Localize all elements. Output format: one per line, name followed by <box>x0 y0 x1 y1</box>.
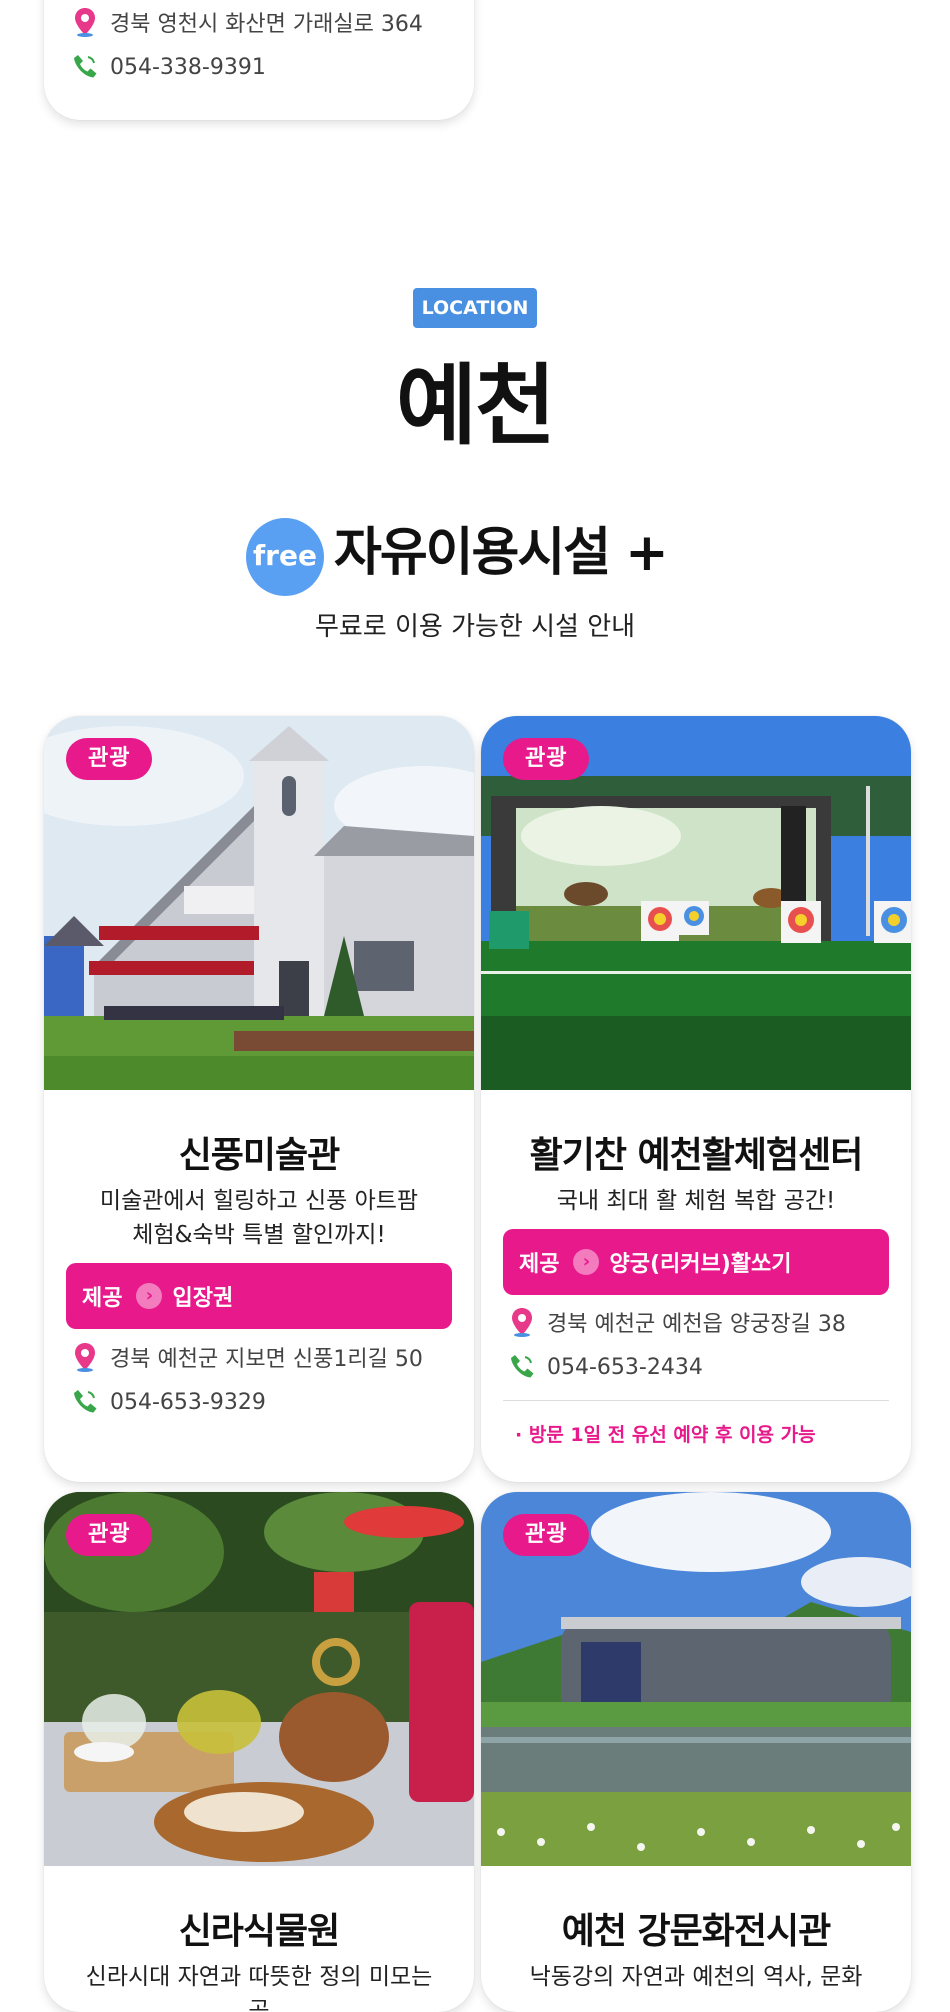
provide-label: 제공 <box>519 1252 560 1277</box>
divider <box>503 1400 889 1401</box>
free-badge-text: free <box>253 539 317 572</box>
free-badge: free <box>246 518 324 596</box>
card-description: 낙동강의 자연과 예천의 역사, 문화 <box>511 1960 881 1994</box>
category-badge: 관광 <box>66 1514 153 1556</box>
card-title: 활기찬 예천활체험센터 <box>529 1135 864 1176</box>
location-tag: LOCATION <box>413 288 537 328</box>
city-title: 예천 <box>396 354 556 457</box>
facility-card[interactable]: 관광 신풍미술관 미술관에서 힐링하고 신풍 아트팜 체험&숙박 특별 할인까지… <box>44 716 474 1482</box>
address-text: 경북 예천군 예천읍 양궁장길 38 <box>547 1312 846 1337</box>
reservation-note: · 방문 1일 전 유선 예약 후 이용 가능 <box>515 1424 816 1446</box>
card-title: 신풍미술관 <box>178 1135 341 1176</box>
category-badge: 관광 <box>503 738 590 780</box>
address-text: 경북 예천군 지보면 신풍1리길 50 <box>110 1347 423 1372</box>
provide-bar[interactable]: 제공 › 양궁(리커브)활쏘기 <box>503 1229 889 1295</box>
phone-row: 054-653-9329 <box>72 1387 266 1417</box>
top-facility-card[interactable]: 경북 영천시 화산면 가래실로 364 054-338-9391 <box>44 0 474 120</box>
phone-icon <box>72 1387 98 1417</box>
phone-row: 054-338-9391 <box>72 52 266 82</box>
facility-card[interactable]: 관광 예천 강문화전시관 낙동강의 자연과 예천의 역사, 문화 <box>481 1492 911 2012</box>
location-pin-icon <box>72 1342 98 1372</box>
category-badge: 관광 <box>66 738 153 780</box>
desc-line: 국내 최대 활 체험 복합 공간! <box>556 1188 836 1214</box>
address-row: 경북 예천군 예천읍 양궁장길 38 <box>509 1306 846 1338</box>
provide-item: 양궁(리커브)활쏘기 <box>609 1252 792 1277</box>
desc-line: 낙동강의 자연과 예천의 역사, 문화 <box>529 1964 863 1990</box>
provide-label: 제공 <box>82 1286 123 1311</box>
desc-line: 신라시대 자연과 따뜻한 정의 미모는 공 <box>85 1964 433 2012</box>
phone-row: 054-653-2434 <box>509 1352 703 1382</box>
facility-card[interactable]: 관광 신라식물원 신라시대 자연과 따뜻한 정의 미모는 공 <box>44 1492 474 2012</box>
chevron-right-icon: › <box>136 1283 163 1309</box>
facility-subtitle: 무료로 이용 가능한 시설 안내 <box>314 612 636 642</box>
facility-title: 자유이용시설 + <box>334 523 669 583</box>
desc-line: 체험&숙박 특별 할인까지! <box>132 1222 386 1248</box>
address-row: 경북 예천군 지보면 신풍1리길 50 <box>72 1341 423 1373</box>
card-description: 미술관에서 힐링하고 신풍 아트팜 체험&숙박 특별 할인까지! <box>74 1184 444 1252</box>
card-title: 예천 강문화전시관 <box>561 1911 832 1952</box>
address-text: 경북 영천시 화산면 가래실로 364 <box>110 12 423 37</box>
phone-text: 054-653-2434 <box>547 1354 703 1380</box>
provide-bar[interactable]: 제공 › 입장권 <box>66 1263 452 1329</box>
provide-item: 입장권 <box>172 1286 234 1311</box>
facility-card[interactable]: 관광 활기찬 예천활체험센터 국내 최대 활 체험 복합 공간! 제공 › 양궁… <box>481 716 911 1482</box>
phone-icon <box>509 1352 535 1382</box>
location-pin-icon <box>509 1307 535 1337</box>
phone-text: 054-338-9391 <box>110 54 266 80</box>
address-row: 경북 영천시 화산면 가래실로 364 <box>72 6 423 38</box>
phone-text: 054-653-9329 <box>110 1389 266 1415</box>
phone-icon <box>72 52 98 82</box>
location-tag-text: LOCATION <box>421 297 529 319</box>
card-title: 신라식물원 <box>178 1911 341 1952</box>
card-description: 신라시대 자연과 따뜻한 정의 미모는 공 <box>74 1960 444 2012</box>
category-badge: 관광 <box>503 1514 590 1556</box>
location-pin-icon <box>72 7 98 37</box>
desc-line: 미술관에서 힐링하고 신풍 아트팜 <box>99 1188 419 1214</box>
chevron-right-icon: › <box>573 1249 600 1275</box>
card-description: 국내 최대 활 체험 복합 공간! <box>511 1184 881 1218</box>
